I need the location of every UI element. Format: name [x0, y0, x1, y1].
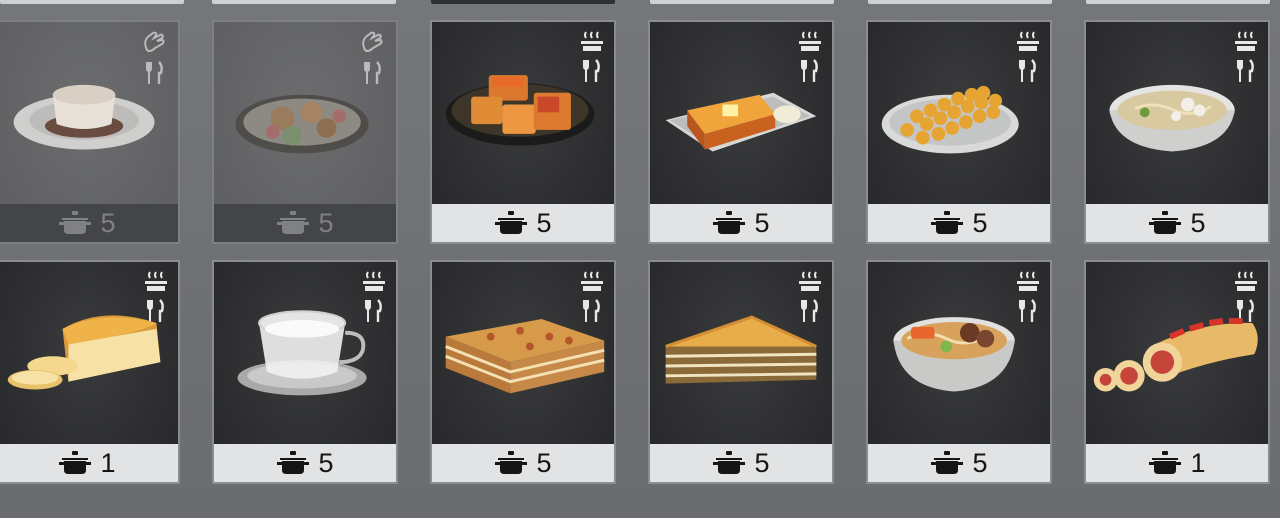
cook-count: 5	[318, 447, 334, 478]
pudding-dish-icon	[13, 84, 155, 150]
hand-icon	[362, 31, 383, 53]
pineapple-cakes-dish-icon	[445, 75, 595, 146]
egg-waffle-dish-icon	[881, 85, 1019, 154]
cook-count: 5	[318, 207, 334, 238]
cooking-pot-icon	[1149, 451, 1182, 474]
steaming-pot-icon	[1017, 271, 1039, 291]
cooking-pot-icon	[277, 211, 310, 234]
cook-count-bar: 5	[214, 204, 396, 242]
cook-count-bar: 5	[650, 204, 832, 242]
cook-count: 1	[100, 447, 116, 478]
steaming-pot-icon	[1235, 31, 1257, 51]
noodle-soup-dish-icon	[1109, 84, 1235, 152]
recipe-card[interactable]: 5	[866, 20, 1052, 244]
recipe-card[interactable]: 1	[1084, 260, 1270, 484]
steaming-pot-icon	[799, 31, 821, 51]
meat-roll-dish-icon	[1093, 318, 1258, 392]
cook-count: 5	[1190, 207, 1206, 238]
bread-loaf-dish-icon	[7, 315, 161, 390]
french-toast-dish-icon	[665, 92, 817, 152]
cooking-pot-icon	[495, 211, 528, 234]
cup-of-milk-dish-icon	[237, 310, 367, 396]
cooking-pot-icon	[931, 451, 964, 474]
cooking-pot-icon	[59, 451, 92, 474]
pie-slice-dish-icon	[665, 315, 817, 384]
recipe-card[interactable]: 5	[430, 260, 616, 484]
cooking-pot-icon	[59, 211, 92, 234]
cooking-pot-icon	[277, 451, 310, 474]
cook-count: 5	[972, 207, 988, 238]
recipe-card[interactable]: 5	[430, 20, 616, 244]
cook-count-bar: 1	[0, 444, 178, 482]
recipe-card[interactable]: 5	[1084, 20, 1270, 244]
steaming-pot-icon	[799, 271, 821, 291]
cook-count: 5	[972, 447, 988, 478]
cook-count-bar: 1	[1086, 444, 1268, 482]
gingerbread-cookies-dish-icon	[235, 94, 369, 154]
cook-count: 5	[536, 207, 552, 238]
cooking-pot-icon	[713, 451, 746, 474]
cook-count-bar: 5	[868, 204, 1050, 242]
cook-count: 1	[1190, 447, 1206, 478]
cook-count-bar: 5	[432, 444, 614, 482]
steaming-pot-icon	[1235, 271, 1257, 291]
steaming-pot-icon	[581, 271, 603, 291]
steaming-pot-icon	[581, 31, 603, 51]
cook-count-bar: 5	[650, 444, 832, 482]
steaming-pot-icon	[363, 271, 385, 291]
recipe-card[interactable]: 5	[866, 260, 1052, 484]
cooking-pot-icon	[1149, 211, 1182, 234]
previous-row-edge	[0, 0, 1280, 6]
cooking-pot-icon	[931, 211, 964, 234]
cook-count: 5	[100, 207, 116, 238]
recipe-card[interactable]: 5	[212, 260, 398, 484]
recipe-card[interactable]: 5	[0, 20, 180, 244]
cook-count: 5	[754, 207, 770, 238]
recipe-card[interactable]: 1	[0, 260, 180, 484]
recipe-card[interactable]: 5	[648, 260, 834, 484]
cook-count-bar: 5	[432, 204, 614, 242]
cook-count-bar: 5	[0, 204, 178, 242]
cook-count: 5	[536, 447, 552, 478]
recipe-card[interactable]: 5	[648, 20, 834, 244]
recipe-card[interactable]: 5	[212, 20, 398, 244]
cook-count: 5	[754, 447, 770, 478]
cooking-pot-icon	[713, 211, 746, 234]
cooking-recipe-grid: 5 5 5 5 5 5 1 5 5 5 5 1	[0, 0, 1280, 518]
steaming-pot-icon	[145, 271, 167, 291]
cook-count-bar: 5	[1086, 204, 1268, 242]
steaming-pot-icon	[1017, 31, 1039, 51]
hand-icon	[144, 31, 165, 53]
cook-count-bar: 5	[868, 444, 1050, 482]
lasagna-dish-icon	[445, 319, 605, 394]
cooking-pot-icon	[495, 451, 528, 474]
cook-count-bar: 5	[214, 444, 396, 482]
ramen-bowl-dish-icon	[893, 317, 1015, 392]
